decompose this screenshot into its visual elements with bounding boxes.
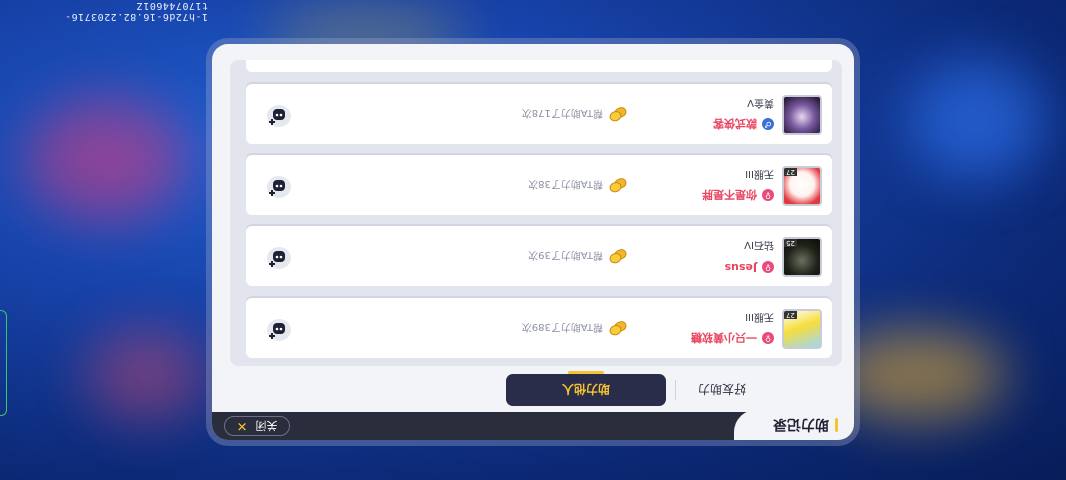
record-row: 25 ♀ Jesus 钻石IV 帮TA助力了39次 <box>246 226 832 286</box>
record-helped: 帮TA助力了178次 <box>522 107 627 122</box>
tab-bar: 好友助力 助力他人 <box>212 372 854 406</box>
helped-text: 帮TA助力了38次 <box>528 178 603 189</box>
coin-icon <box>610 248 629 264</box>
add-friend-button[interactable] <box>264 314 294 344</box>
close-button[interactable]: 关闭 ✕ <box>224 416 290 436</box>
record-helped: 帮TA助力了389次 <box>522 321 627 336</box>
close-label: 关闭 <box>255 419 278 432</box>
coin-icon <box>610 177 629 193</box>
panel-title: 助力记录 <box>734 410 854 440</box>
record-name-line: ♀ Jesus <box>725 261 774 274</box>
tab-divider <box>675 380 676 400</box>
record-name-line: ♀ 一只小黄软糖 <box>691 330 774 346</box>
record-name-line: ♀ 你是不是胖 <box>702 187 774 203</box>
dark-figure-avatar[interactable]: 25 <box>782 237 822 277</box>
add-friend-icon <box>269 109 285 125</box>
add-friend-icon <box>269 180 285 196</box>
add-friend-icon <box>269 323 285 339</box>
record-helped: 帮TA助力了39次 <box>528 249 627 264</box>
record-row-partial <box>246 60 832 72</box>
record-subtitle: 黄金V <box>747 97 774 108</box>
record-row: 27 ♀ 一只小黄软糖 无服III 帮TA助力了389次 <box>246 298 832 358</box>
record-name: 你是不是胖 <box>702 188 757 201</box>
add-friend-button[interactable] <box>264 171 294 201</box>
panel-header: 助力记录 关闭 ✕ <box>212 410 854 440</box>
record-subtitle: 无服III <box>745 311 774 322</box>
record-helped: 帮TA助力了38次 <box>528 178 627 193</box>
game-screen: 1-h72d6-16.82.2203716-t170744601Z 助力记录 关… <box>0 0 1066 480</box>
record-row: ♂ 款式侠客 黄金V 帮TA助力了178次 <box>246 84 832 144</box>
record-name: 款式侠客 <box>713 117 757 130</box>
white-cat-avatar[interactable]: 27 <box>782 166 822 206</box>
record-name: Jesus <box>724 261 757 274</box>
record-subtitle: 钻石IV <box>744 239 774 250</box>
record-name-line: ♂ 款式侠客 <box>713 116 774 132</box>
side-handle[interactable] <box>0 310 7 416</box>
title-accent-bar <box>835 418 838 432</box>
assist-record-panel: 助力记录 关闭 ✕ 好友助力 助力他人 27 ♀ 一只小黄软糖 无服III 帮T… <box>212 44 854 440</box>
coin-icon <box>610 320 629 336</box>
female-icon: ♀ <box>762 261 774 274</box>
record-name: 一只小黄软糖 <box>691 331 757 344</box>
record-row: 27 ♀ 你是不是胖 无服III 帮TA助力了38次 <box>246 155 832 215</box>
build-code: 1-h72d6-16.82.2203716-t170744601Z <box>64 0 208 22</box>
avatar-badge: 25 <box>784 239 797 247</box>
background-blob <box>906 60 1046 180</box>
background-blob <box>26 100 186 220</box>
add-friend-button[interactable] <box>264 242 294 272</box>
background-blob <box>86 330 206 420</box>
tab-friend-assist[interactable]: 好友助力 <box>662 374 782 406</box>
female-icon: ♀ <box>762 189 774 201</box>
add-friend-button[interactable] <box>264 100 294 130</box>
avatar-badge: 27 <box>784 311 797 319</box>
record-subtitle: 无服III <box>745 168 774 179</box>
record-list[interactable]: 27 ♀ 一只小黄软糖 无服III 帮TA助力了389次 25 ♀ Jesus … <box>230 60 842 366</box>
add-friend-icon <box>269 251 285 267</box>
avatar-badge: 27 <box>784 168 797 176</box>
close-icon: ✕ <box>236 418 248 434</box>
coin-icon <box>610 106 629 122</box>
male-icon: ♂ <box>762 118 774 130</box>
helped-text: 帮TA助力了389次 <box>521 321 603 332</box>
panel-title-text: 助力记录 <box>773 416 829 432</box>
tab-assist-others[interactable]: 助力他人 <box>506 374 666 406</box>
helped-text: 帮TA助力了178次 <box>521 107 603 118</box>
yellow-duck-avatar[interactable]: 27 <box>782 309 822 349</box>
purple-girl-avatar[interactable] <box>782 95 822 135</box>
female-icon: ♀ <box>762 332 774 344</box>
helped-text: 帮TA助力了39次 <box>528 249 603 260</box>
